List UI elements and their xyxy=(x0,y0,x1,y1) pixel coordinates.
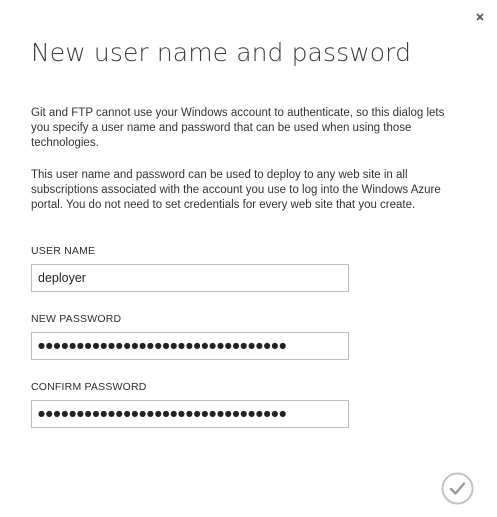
credentials-dialog: New user name and password Git and FTP c… xyxy=(0,0,497,517)
confirm-password-masked-value: ●●●●●●●●●●●●●●●●●●●●●●●●●●●●●●●● xyxy=(38,409,287,418)
username-label: USER NAME xyxy=(31,245,96,257)
new-password-input[interactable]: ●●●●●●●●●●●●●●●●●●●●●●●●●●●●●●●● xyxy=(31,332,349,360)
confirm-password-input[interactable]: ●●●●●●●●●●●●●●●●●●●●●●●●●●●●●●●● xyxy=(31,400,349,428)
description-paragraph-1: Git and FTP cannot use your Windows acco… xyxy=(31,107,445,149)
close-button[interactable] xyxy=(474,11,486,23)
confirm-button[interactable] xyxy=(441,472,474,505)
close-icon xyxy=(476,13,484,21)
new-password-masked-value: ●●●●●●●●●●●●●●●●●●●●●●●●●●●●●●●● xyxy=(38,341,287,350)
checkmark-icon xyxy=(441,472,474,505)
new-password-label: NEW PASSWORD xyxy=(31,313,122,325)
description-paragraph-2: This user name and password can be used … xyxy=(31,169,441,211)
username-input[interactable] xyxy=(31,264,349,292)
dialog-title: New user name and password xyxy=(31,38,412,67)
confirm-password-label: CONFIRM PASSWORD xyxy=(31,381,147,393)
